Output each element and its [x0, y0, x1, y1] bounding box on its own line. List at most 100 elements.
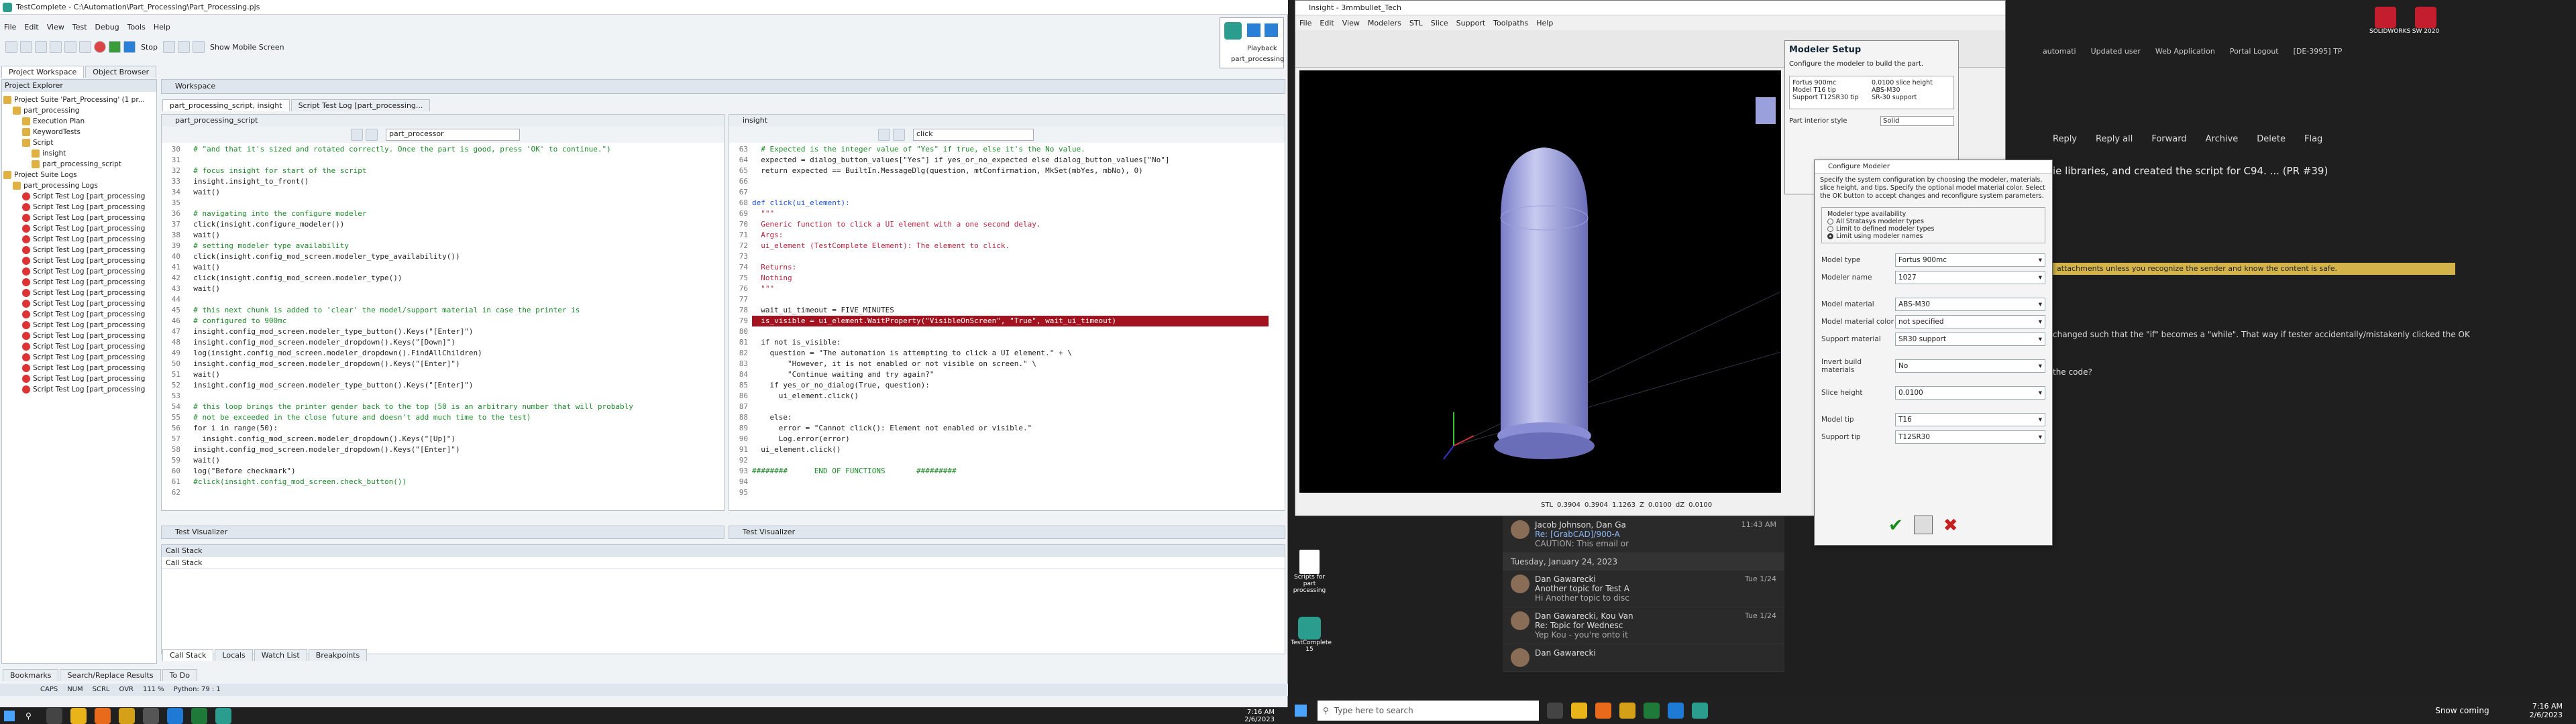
- browser-tab-1[interactable]: automati: [2043, 47, 2076, 56]
- mail-item-4[interactable]: Dan Gawarecki: [1503, 644, 1784, 672]
- tab-bookmarks[interactable]: Bookmarks: [3, 669, 59, 681]
- reply-button[interactable]: Reply: [2053, 134, 2077, 144]
- tree-item[interactable]: Script Test Log [part_processing: [3, 191, 155, 202]
- code-line[interactable]: # this next chunk is added to 'clear' th…: [184, 305, 708, 316]
- pause-icon[interactable]: [163, 41, 176, 53]
- tree-item[interactable]: Script Test Log [part_processing: [3, 255, 155, 266]
- config-field-select[interactable]: Fortus 900mc ▾: [1895, 253, 2045, 267]
- code-line[interactable]: click(insight.configure_modeler()): [184, 219, 708, 230]
- code-line[interactable]: else:: [752, 412, 1269, 423]
- code-line[interactable]: Nothing: [752, 273, 1269, 284]
- ok-check-icon[interactable]: ✔: [1888, 516, 1903, 536]
- step-icon[interactable]: [178, 41, 191, 53]
- code-line[interactable]: ######## END OF FUNCTIONS #########: [752, 466, 1269, 477]
- browser-tab-3[interactable]: Web Application: [2155, 47, 2215, 56]
- excel-icon[interactable]: [191, 707, 207, 724]
- browser-tab-5[interactable]: [DE-3995] TP: [2294, 47, 2343, 56]
- nav-back-icon[interactable]: [351, 129, 363, 141]
- code-line[interactable]: insight.config_mod_screen.modeler_type_b…: [184, 380, 708, 391]
- excel-icon-2[interactable]: [1644, 703, 1660, 719]
- code-line[interactable]: wait_ui_timeout = FIVE_MINUTES: [752, 305, 1269, 316]
- code-line[interactable]: log(insight.config_mod_screen.modeler_dr…: [184, 348, 708, 359]
- save-icon[interactable]: [35, 41, 47, 53]
- open-icon[interactable]: [20, 41, 32, 53]
- radio-all[interactable]: All Stratasys modeler types: [1827, 218, 2039, 225]
- menu-view[interactable]: View: [47, 23, 64, 32]
- code-line[interactable]: ui_element.click(): [752, 391, 1269, 402]
- menu-help[interactable]: Help: [154, 23, 170, 32]
- save-all-icon[interactable]: [50, 41, 62, 53]
- doc-tab-log[interactable]: Script Test Log [part_processing...: [290, 99, 431, 111]
- tab-breakpoints[interactable]: Breakpoints: [308, 649, 368, 661]
- config-field-select[interactable]: 1027 ▾: [1895, 271, 2045, 284]
- code-line[interactable]: [184, 155, 708, 166]
- config-field-select[interactable]: T16 ▾: [1895, 413, 2045, 426]
- code-line[interactable]: # navigating into the configure modeler: [184, 208, 708, 219]
- firefox-icon[interactable]: [94, 707, 111, 724]
- tree-item[interactable]: Script Test Log [part_processing: [3, 341, 155, 352]
- tree-item[interactable]: Script Test Log [part_processing: [3, 309, 155, 320]
- record-icon[interactable]: [94, 41, 106, 53]
- code-line[interactable]: [184, 294, 708, 305]
- tree-item[interactable]: Project Suite Logs: [3, 170, 155, 180]
- chrome-icon-2[interactable]: [1571, 703, 1587, 719]
- doc-tab-script[interactable]: part_processing_script, insight: [162, 99, 290, 111]
- routine-combo[interactable]: part_processor: [386, 129, 520, 141]
- tree-item[interactable]: Script Test Log [part_processing: [3, 373, 155, 384]
- code-line[interactable]: insight.config_mod_screen.modeler_dropdo…: [184, 434, 708, 444]
- browser-tab-2[interactable]: Updated user: [2091, 47, 2141, 56]
- vscode-icon-2[interactable]: [1668, 703, 1684, 719]
- run-icon[interactable]: [109, 41, 121, 53]
- cancel-x-icon[interactable]: ✖: [1943, 516, 1958, 536]
- tree-item[interactable]: Script Test Log [part_processing: [3, 298, 155, 309]
- radio-defined[interactable]: Limit to defined modeler types: [1827, 225, 2039, 233]
- desktop-icon-testcomplete[interactable]: TestComplete 15: [1291, 617, 1332, 653]
- firefox-icon-2[interactable]: [1595, 703, 1611, 719]
- tree-item[interactable]: Script Test Log [part_processing: [3, 213, 155, 223]
- code-line[interactable]: Returns:: [752, 262, 1269, 273]
- insight-menu-support[interactable]: Support: [1456, 19, 1485, 27]
- insight-menu-file[interactable]: File: [1299, 19, 1311, 27]
- tree-item[interactable]: Script Test Log [part_processing: [3, 384, 155, 395]
- desktop-icon-solidworks[interactable]: SOLIDWORKS: [2369, 7, 2410, 35]
- code-line[interactable]: [184, 198, 708, 208]
- code-line[interactable]: [184, 391, 708, 402]
- code-line[interactable]: wait(): [184, 230, 708, 241]
- code-line[interactable]: wait(): [184, 284, 708, 294]
- code-line[interactable]: [752, 326, 1269, 337]
- playback-pause-icon[interactable]: [1247, 23, 1260, 37]
- code-line[interactable]: error = "Cannot click(): Element not ena…: [752, 423, 1269, 434]
- tab-call-stack[interactable]: Call Stack: [162, 649, 214, 661]
- vscode-icon[interactable]: [166, 707, 183, 724]
- mail-icon[interactable]: [142, 707, 159, 724]
- tree-item[interactable]: Script: [3, 137, 155, 148]
- code-line[interactable]: click(insight.config_mod_screen.modeler_…: [184, 251, 708, 262]
- code-line[interactable]: #click(insight.config_mod_screen.check_b…: [184, 477, 708, 487]
- tab-locals[interactable]: Locals: [215, 649, 253, 661]
- config-field-select[interactable]: No ▾: [1895, 359, 2045, 373]
- chrome-icon[interactable]: [70, 707, 87, 724]
- config-field-select[interactable]: ABS-M30 ▾: [1895, 298, 2045, 311]
- radio-names[interactable]: Limit using modeler names: [1827, 233, 2039, 240]
- tab-watch-list[interactable]: Watch List: [254, 649, 307, 661]
- code-line[interactable]: ui_element.click(): [752, 444, 1269, 455]
- reply-all-button[interactable]: Reply all: [2096, 134, 2133, 144]
- delete-button[interactable]: Delete: [2257, 134, 2286, 144]
- code-line[interactable]: # configured to 900mc: [184, 316, 708, 326]
- tree-item[interactable]: insight: [3, 148, 155, 159]
- tree-item[interactable]: Project Suite 'Part_Processing' (1 pr...: [3, 95, 155, 105]
- editor-insight-tab-label[interactable]: insight: [743, 116, 767, 125]
- start-icon[interactable]: [4, 710, 15, 721]
- redo-icon[interactable]: [79, 41, 91, 53]
- code-line[interactable]: for i in range(50):: [184, 423, 708, 434]
- code-line[interactable]: [752, 487, 1269, 498]
- config-field-select[interactable]: 0.0100 ▾: [1895, 386, 2045, 400]
- tree-item[interactable]: Script Test Log [part_processing: [3, 320, 155, 330]
- config-field-select[interactable]: not specified ▾: [1895, 315, 2045, 328]
- new-icon[interactable]: [5, 41, 17, 53]
- menu-debug[interactable]: Debug: [95, 23, 119, 32]
- code-line[interactable]: [752, 251, 1269, 262]
- code-line[interactable]: # focus insight for start of the script: [184, 166, 708, 176]
- code-line[interactable]: Args:: [752, 230, 1269, 241]
- search-icon[interactable]: ⚲: [25, 711, 32, 721]
